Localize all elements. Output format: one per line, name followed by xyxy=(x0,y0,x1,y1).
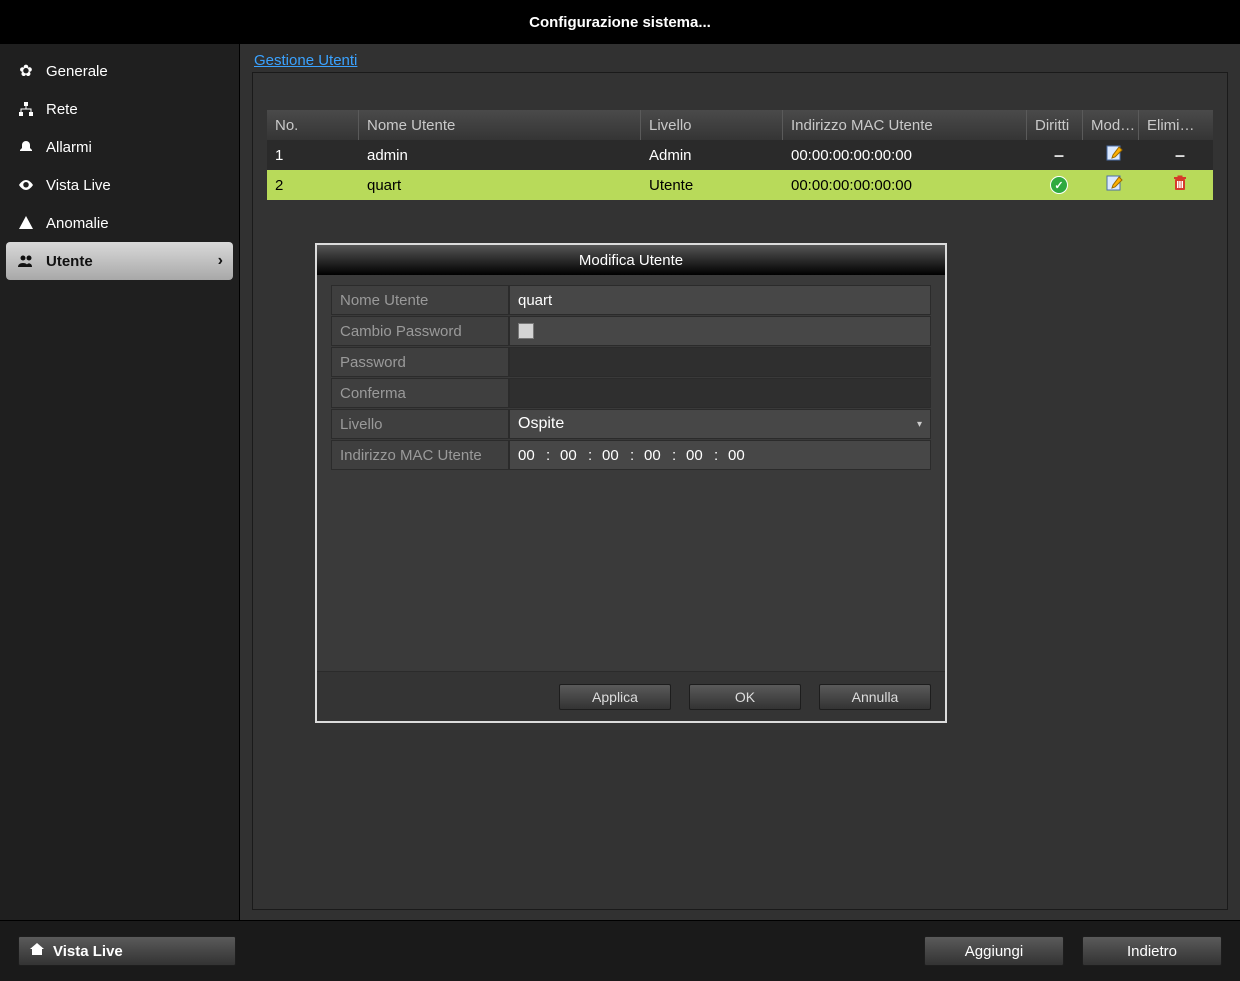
eye-icon xyxy=(16,175,36,195)
field-password[interactable] xyxy=(509,347,931,377)
modal-edit-user: Modifica Utente Nome Utente Cambio Passw… xyxy=(315,243,947,723)
users-panel: No. Nome Utente Livello Indirizzo MAC Ut… xyxy=(252,72,1228,910)
col-mod: Mod… xyxy=(1083,110,1139,140)
cell-name: quart xyxy=(359,170,641,200)
sidebar: ✿ Generale Rete Allarmi Vista Live Ano xyxy=(0,44,240,920)
cell-level: Admin xyxy=(641,140,783,170)
window-title: Configurazione sistema... xyxy=(0,0,1240,44)
sidebar-item-label: Anomalie xyxy=(46,215,109,232)
users-icon xyxy=(16,251,36,271)
edit-icon xyxy=(1106,174,1124,196)
sidebar-item-label: Allarmi xyxy=(46,139,92,156)
mac-octet[interactable]: 00 xyxy=(644,447,668,464)
label-level: Livello xyxy=(331,409,509,439)
check-ok-icon: ✓ xyxy=(1050,176,1068,194)
warning-icon xyxy=(16,213,36,233)
main-area: ✿ Generale Rete Allarmi Vista Live Ano xyxy=(0,44,1240,920)
mac-input[interactable]: 00: 00: 00: 00: 00: 00 xyxy=(518,447,752,464)
vista-live-label: Vista Live xyxy=(53,943,123,960)
col-mac: Indirizzo MAC Utente xyxy=(783,110,1027,140)
cell-mac: 00:00:00:00:00:00 xyxy=(783,140,1027,170)
modal-body: Nome Utente Cambio Password Password xyxy=(317,275,945,671)
apply-button[interactable]: Applica xyxy=(559,684,671,710)
checkbox-change-password[interactable] xyxy=(518,323,534,339)
cell-delete[interactable] xyxy=(1139,170,1213,200)
label-change-password: Cambio Password xyxy=(331,316,509,346)
ok-button[interactable]: OK xyxy=(689,684,801,710)
gear-icon: ✿ xyxy=(16,61,36,81)
content-panel: Gestione Utenti No. Nome Utente Livello … xyxy=(240,44,1240,920)
dash-icon: – xyxy=(1175,145,1185,166)
sidebar-item-utente[interactable]: Utente › xyxy=(6,242,233,280)
sidebar-item-allarmi[interactable]: Allarmi xyxy=(6,128,233,166)
field-change-password[interactable] xyxy=(509,316,931,346)
bottom-bar: Vista Live Aggiungi Indietro xyxy=(0,920,1240,981)
mac-octet[interactable]: 00 xyxy=(518,447,542,464)
vista-live-button[interactable]: Vista Live xyxy=(18,936,236,966)
table-row[interactable]: 2 quart Utente 00:00:00:00:00:00 ✓ xyxy=(267,170,1213,200)
sidebar-item-label: Rete xyxy=(46,101,78,118)
bell-icon xyxy=(16,137,36,157)
section-title: Gestione Utenti xyxy=(254,52,357,69)
add-button[interactable]: Aggiungi xyxy=(924,936,1064,966)
chevron-down-icon: ▾ xyxy=(917,419,922,430)
label-username: Nome Utente xyxy=(331,285,509,315)
input-username[interactable] xyxy=(518,292,922,309)
field-username[interactable] xyxy=(509,285,931,315)
cell-name: admin xyxy=(359,140,641,170)
cell-rights[interactable]: ✓ xyxy=(1027,170,1083,200)
sidebar-item-rete[interactable]: Rete xyxy=(6,90,233,128)
cell-no: 2 xyxy=(267,170,359,200)
field-mac[interactable]: 00: 00: 00: 00: 00: 00 xyxy=(509,440,931,470)
col-level: Livello xyxy=(641,110,783,140)
modal-title: Modifica Utente xyxy=(317,245,945,275)
label-password: Password xyxy=(331,347,509,377)
cancel-button[interactable]: Annulla xyxy=(819,684,931,710)
col-no: No. xyxy=(267,110,359,140)
select-level-value: Ospite xyxy=(518,415,564,433)
sidebar-item-generale[interactable]: ✿ Generale xyxy=(6,52,233,90)
col-del: Elimi… xyxy=(1139,110,1213,140)
modal-footer: Applica OK Annulla xyxy=(317,671,945,721)
cell-rights: – xyxy=(1027,140,1083,170)
trash-icon xyxy=(1171,174,1189,196)
label-confirm: Conferma xyxy=(331,378,509,408)
edit-icon xyxy=(1106,144,1124,166)
sidebar-item-anomalie[interactable]: Anomalie xyxy=(6,204,233,242)
mac-octet[interactable]: 00 xyxy=(728,447,752,464)
mac-octet[interactable]: 00 xyxy=(686,447,710,464)
table-header: No. Nome Utente Livello Indirizzo MAC Ut… xyxy=(267,110,1213,140)
home-icon xyxy=(29,941,45,961)
field-confirm[interactable] xyxy=(509,378,931,408)
sidebar-item-label: Vista Live xyxy=(46,177,111,194)
sidebar-item-label: Generale xyxy=(46,63,108,80)
field-level[interactable]: Ospite ▾ xyxy=(509,409,931,439)
back-button[interactable]: Indietro xyxy=(1082,936,1222,966)
cell-edit[interactable] xyxy=(1083,140,1139,170)
col-name: Nome Utente xyxy=(359,110,641,140)
users-table: No. Nome Utente Livello Indirizzo MAC Ut… xyxy=(267,110,1213,200)
sidebar-item-label: Utente xyxy=(46,253,93,270)
sidebar-item-vista-live[interactable]: Vista Live xyxy=(6,166,233,204)
network-icon xyxy=(16,99,36,119)
cell-edit[interactable] xyxy=(1083,170,1139,200)
cell-no: 1 xyxy=(267,140,359,170)
mac-octet[interactable]: 00 xyxy=(602,447,626,464)
table-row[interactable]: 1 admin Admin 00:00:00:00:00:00 – – xyxy=(267,140,1213,170)
cell-delete: – xyxy=(1139,140,1213,170)
dash-icon: – xyxy=(1054,145,1064,166)
cell-level: Utente xyxy=(641,170,783,200)
cell-mac: 00:00:00:00:00:00 xyxy=(783,170,1027,200)
label-mac: Indirizzo MAC Utente xyxy=(331,440,509,470)
col-rights: Diritti xyxy=(1027,110,1083,140)
chevron-right-icon: › xyxy=(218,252,223,270)
mac-octet[interactable]: 00 xyxy=(560,447,584,464)
